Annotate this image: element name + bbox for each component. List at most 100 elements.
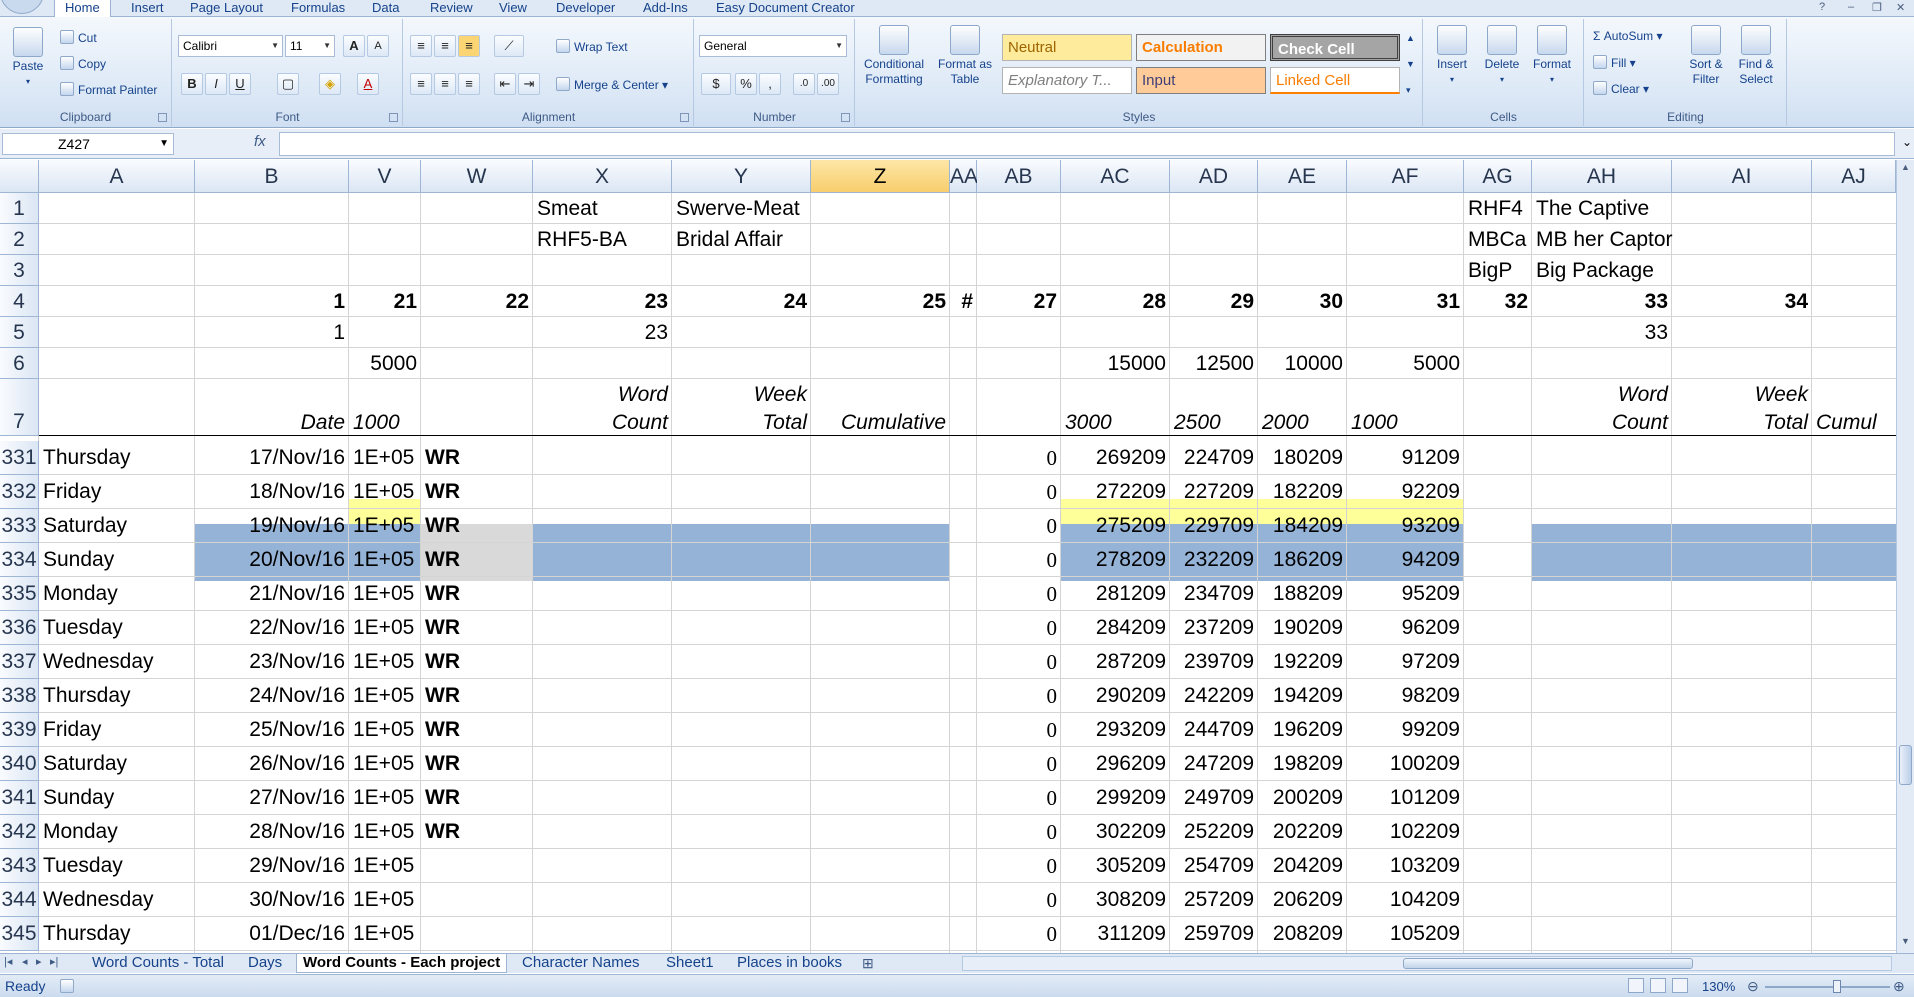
table-cell[interactable]: 24/Nov/16	[195, 679, 349, 713]
table-cell[interactable]: 180209	[1258, 441, 1347, 475]
table-cell[interactable]: 01/Dec/16	[195, 917, 349, 951]
table-cell[interactable]: 105209	[1347, 917, 1464, 951]
table-cell[interactable]: Sunday	[39, 543, 195, 577]
align-center-button[interactable]: ≡	[434, 73, 456, 95]
column-title-cell[interactable]: Word	[533, 382, 672, 408]
table-cell[interactable]: 244709	[1170, 713, 1258, 747]
zoom-out-icon[interactable]: ⊖	[1747, 978, 1759, 995]
tab-developer[interactable]: Developer	[556, 0, 615, 17]
table-cell[interactable]: 0	[977, 611, 1061, 645]
row-header[interactable]: 332	[0, 475, 39, 509]
style-explanatory[interactable]: Explanatory T...	[1002, 67, 1132, 94]
row-header[interactable]: 341	[0, 781, 39, 815]
table-cell[interactable]: 204209	[1258, 849, 1347, 883]
table-cell[interactable]: 247209	[1170, 747, 1258, 781]
table-cell[interactable]: 188209	[1258, 577, 1347, 611]
table-cell[interactable]: 202209	[1258, 815, 1347, 849]
table-cell[interactable]: 30/Nov/16	[195, 883, 349, 917]
merge-center-button[interactable]: Merge & Center ▾	[556, 77, 668, 92]
table-cell[interactable]: 0	[977, 883, 1061, 917]
label-cell[interactable]: Big Package	[1532, 255, 1792, 286]
style-input[interactable]: Input	[1136, 67, 1266, 94]
last-sheet-icon[interactable]: ▸|	[50, 955, 58, 968]
value-cell[interactable]: 33	[1532, 317, 1672, 348]
column-title-cell[interactable]: Cumulative	[811, 410, 950, 436]
value-cell[interactable]: 23	[533, 317, 672, 348]
table-cell[interactable]: 27/Nov/16	[195, 781, 349, 815]
format-as-table-button[interactable]: Format as Table	[934, 25, 996, 87]
align-right-button[interactable]: ≡	[458, 73, 480, 95]
column-header-aa[interactable]: AA	[950, 160, 978, 193]
align-top-button[interactable]: ≡	[410, 35, 432, 57]
sheet-tab[interactable]: Character Names	[516, 954, 646, 973]
help-icon[interactable]: ?	[1819, 1, 1825, 13]
table-cell[interactable]: 0	[977, 475, 1061, 509]
table-cell[interactable]: 0	[977, 917, 1061, 951]
select-all-corner[interactable]	[0, 160, 39, 193]
table-cell[interactable]: 101209	[1347, 781, 1464, 815]
table-cell[interactable]: WR	[421, 543, 533, 577]
target-cell[interactable]: 12500	[1170, 348, 1258, 379]
table-cell[interactable]: Friday	[39, 475, 195, 509]
zoom-slider[interactable]	[1765, 980, 1890, 993]
decrease-decimal-button[interactable]: .00	[817, 73, 839, 95]
table-cell[interactable]: WR	[421, 509, 533, 543]
sheet-tab[interactable]: Word Counts - Total	[86, 954, 230, 973]
project-number-cell[interactable]: 32	[1464, 286, 1532, 317]
table-cell[interactable]: 284209	[1061, 611, 1170, 645]
font-size-combo[interactable]: 11 ▼	[285, 35, 335, 57]
italic-button[interactable]: I	[205, 73, 227, 95]
column-title-cell[interactable]: 2500	[1170, 410, 1258, 436]
table-cell[interactable]: 281209	[1061, 577, 1170, 611]
borders-button[interactable]: ▢	[277, 73, 299, 95]
shrink-font-button[interactable]: A	[367, 35, 389, 57]
table-cell[interactable]: 22/Nov/16	[195, 611, 349, 645]
horizontal-scrollbar[interactable]	[962, 956, 1892, 971]
tab-data[interactable]: Data	[372, 0, 399, 17]
table-cell[interactable]: 192209	[1258, 645, 1347, 679]
row-header[interactable]: 3	[0, 255, 39, 286]
font-launcher-icon[interactable]	[389, 113, 398, 122]
table-cell[interactable]: 91209	[1347, 441, 1464, 475]
table-cell[interactable]: Saturday	[39, 747, 195, 781]
table-cell[interactable]: Saturday	[39, 509, 195, 543]
table-cell[interactable]: 1E+05	[349, 815, 421, 849]
table-cell[interactable]: Monday	[39, 815, 195, 849]
column-title-cell[interactable]: Week	[672, 382, 811, 408]
table-cell[interactable]: Wednesday	[39, 645, 195, 679]
formula-input[interactable]	[279, 132, 1895, 156]
column-title-cell[interactable]: Count	[1532, 410, 1672, 436]
column-title-cell[interactable]: Total	[672, 410, 811, 436]
table-cell[interactable]: Tuesday	[39, 849, 195, 883]
table-cell[interactable]: 1E+05	[349, 883, 421, 917]
macro-record-icon[interactable]	[60, 979, 74, 993]
scroll-down-icon[interactable]: ▼	[1901, 936, 1910, 946]
format-painter-button[interactable]: Format Painter	[60, 82, 157, 97]
table-cell[interactable]: 208209	[1258, 917, 1347, 951]
table-cell[interactable]: 18/Nov/16	[195, 475, 349, 509]
table-cell[interactable]: Tuesday	[39, 611, 195, 645]
table-cell[interactable]: 234709	[1170, 577, 1258, 611]
project-number-cell[interactable]: 29	[1170, 286, 1258, 317]
column-title-cell[interactable]: Word	[1532, 382, 1672, 408]
zoom-slider-knob[interactable]	[1833, 980, 1841, 993]
table-cell[interactable]: 1E+05	[349, 611, 421, 645]
styles-scroll-up-icon[interactable]: ▲	[1406, 33, 1415, 43]
sheet-tab[interactable]: Word Counts - Each project	[296, 954, 508, 973]
table-cell[interactable]: 239709	[1170, 645, 1258, 679]
restore-icon[interactable]: ❐	[1872, 1, 1882, 14]
hscroll-thumb[interactable]	[1403, 958, 1693, 969]
increase-decimal-button[interactable]: .0	[793, 73, 815, 95]
table-cell[interactable]: WR	[421, 815, 533, 849]
table-cell[interactable]: 0	[977, 849, 1061, 883]
label-cell[interactable]: MB her Captor	[1532, 224, 1792, 255]
column-header-a[interactable]: A	[39, 160, 195, 193]
styles-more-icon[interactable]: ▾	[1406, 85, 1411, 96]
project-number-cell[interactable]: 22	[421, 286, 533, 317]
row-header[interactable]: 6	[0, 348, 39, 379]
clear-button[interactable]: Clear ▾	[1593, 81, 1649, 96]
column-title-cell[interactable]: Total	[1672, 410, 1812, 436]
sheet-tab[interactable]: Places in books	[731, 954, 848, 973]
table-cell[interactable]: 194209	[1258, 679, 1347, 713]
style-linked-cell[interactable]: Linked Cell	[1270, 67, 1400, 94]
